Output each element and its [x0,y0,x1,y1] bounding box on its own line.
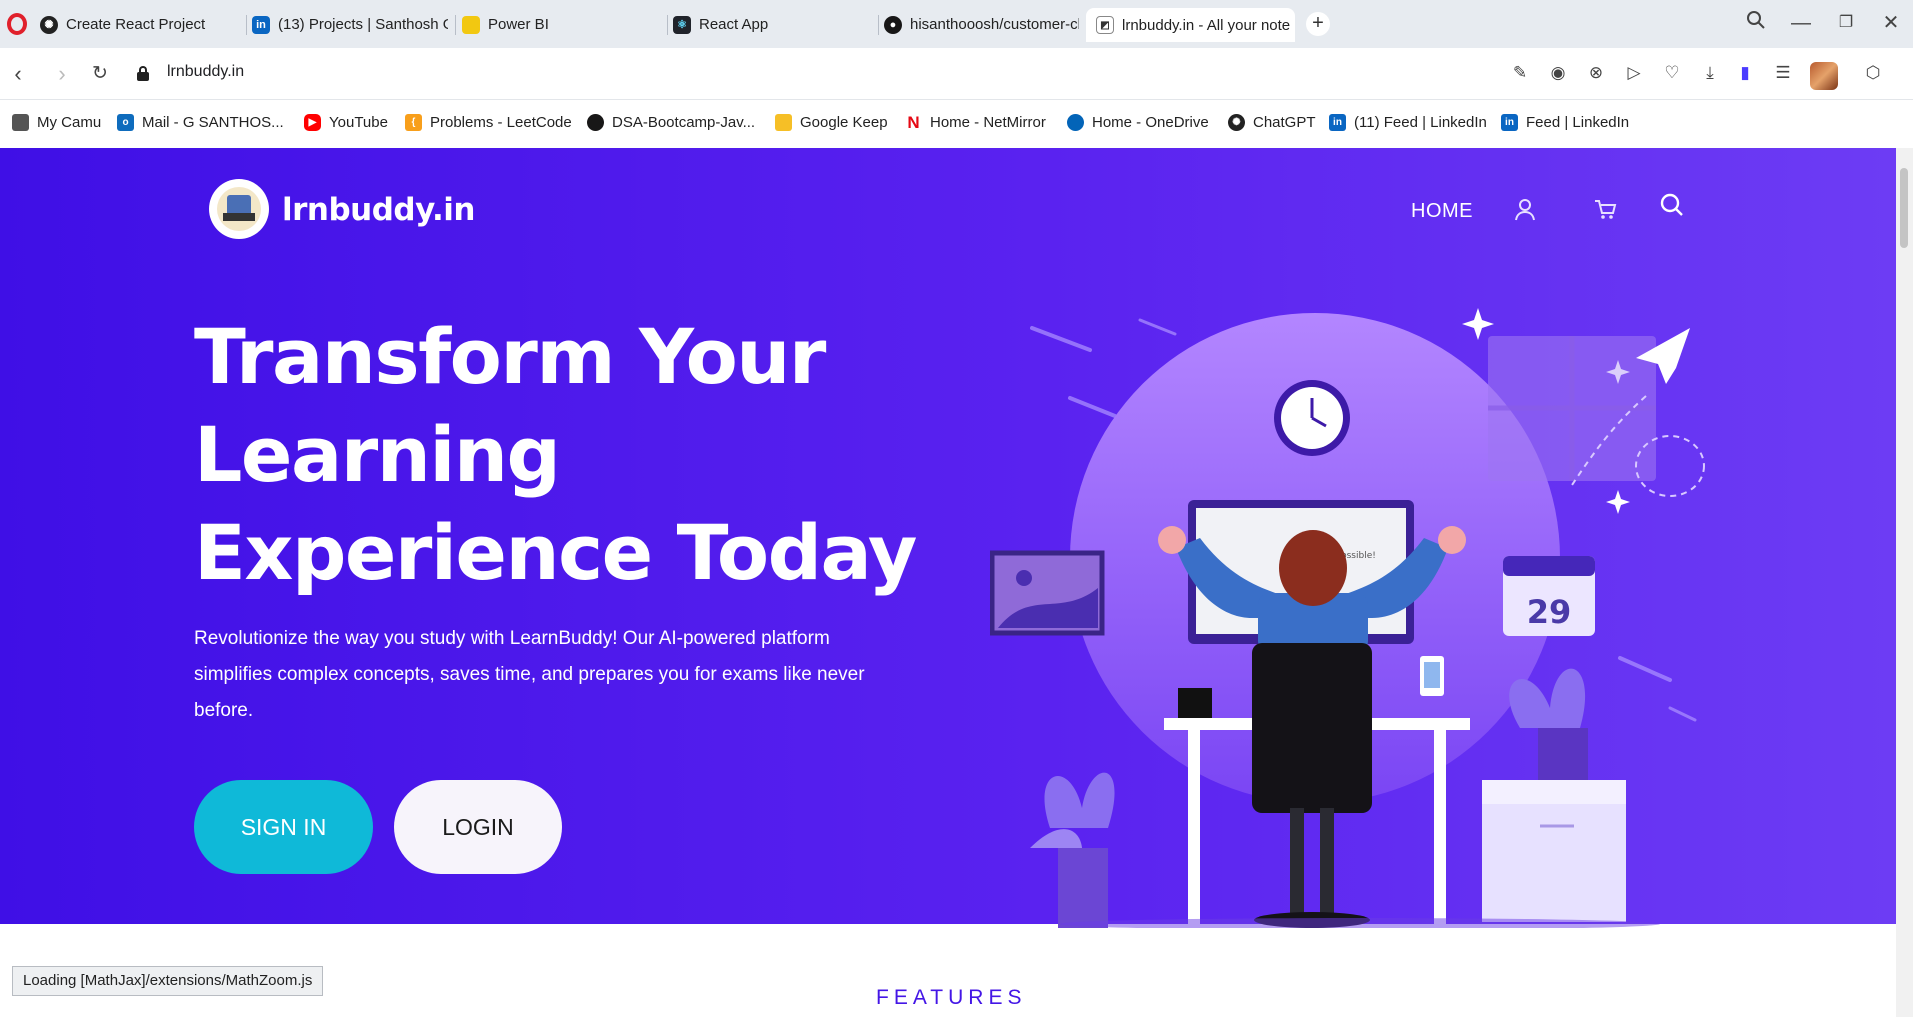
features-heading: FEATURES [876,986,1027,1009]
signin-button[interactable]: SIGN IN [194,780,373,874]
openai-icon: ✺ [40,15,58,34]
react-icon: ⚛ [673,15,691,34]
bookmark-google-keep[interactable]: Google Keep [775,114,888,131]
tab-lrnbuddy[interactable]: ◩ lrnbuddy.in - All your note [1086,8,1295,42]
back-icon[interactable]: ‹ [4,60,32,88]
reload-icon[interactable]: ↻ [86,60,114,88]
bookmark-label: My Camu [37,114,102,131]
bookmark-netmirror[interactable]: N Home - NetMirror [905,112,1046,132]
address-bar: ‹ › ↻ lrnbuddy.in ✎ ◉ ⊗ ▷ ♡ ⤓ ▮ ☰ ⬡ [0,48,1913,138]
site-logo[interactable] [209,179,269,239]
bookmark-label: Home - OneDrive [1092,114,1209,131]
bookmark-leetcode[interactable]: { Problems - LeetCode [405,114,572,131]
profile-avatar[interactable] [1810,62,1838,90]
tab-title: hisanthooosh/customer-cl [910,16,1079,33]
google-keep-icon [775,114,792,131]
bookmark-label: Problems - LeetCode [430,114,572,131]
headline-line: Learning [194,410,561,499]
loading-status: Loading [MathJax]/extensions/MathZoom.js [12,966,324,996]
bookmark-label: Google Keep [800,114,888,131]
url-field[interactable]: lrnbuddy.in [167,63,244,81]
close-icon[interactable]: ✕ [1876,10,1906,36]
bookmark-my-camu[interactable]: My Camu [12,114,101,131]
bookmark-label: (11) Feed | LinkedIn [1354,114,1487,131]
browser-tab-strip: ✺ Create React Project in (13) Projects … [0,0,1913,48]
camera-icon[interactable]: ◉ [1547,62,1569,84]
linkedin-icon: in [1501,114,1518,131]
adblock-icon[interactable]: ⊗ [1585,62,1607,84]
extensions-cube-icon[interactable]: ⬡ [1862,62,1884,84]
bookmark-label: YouTube [329,114,388,131]
opera-logo-icon[interactable] [7,13,27,35]
netmirror-icon: N [907,112,920,132]
logo-books-icon [217,187,261,231]
search-icon[interactable] [1659,192,1685,218]
bookmark-label: Feed | LinkedIn [1526,114,1630,131]
tab-search-icon[interactable] [1741,10,1771,36]
bookmarks-bar: My Camu o Mail - G SANTHOS... ▶ YouTube … [0,101,1913,147]
bookmark-youtube[interactable]: ▶ YouTube [304,114,388,131]
onedrive-icon [1067,114,1084,131]
tab-title: lrnbuddy.in - All your note [1122,16,1291,34]
tab-title: React App [699,16,769,33]
bookmark-label: DSA-Bootcamp-Jav... [612,114,756,131]
youtube-icon: ▶ [304,114,321,131]
headline-line: Experience Today [194,508,917,597]
bookmark-chatgpt[interactable]: ✺ ChatGPT [1228,114,1316,131]
heart-icon[interactable]: ♡ [1661,62,1683,84]
settings-sliders-icon[interactable]: ☰ [1772,62,1794,84]
page-scrollbar[interactable] [1896,148,1913,1017]
cart-icon[interactable] [1592,196,1618,222]
login-button[interactable]: LOGIN [394,780,562,874]
openai-icon: ✺ [1228,114,1245,131]
tab-title: Power BI [488,16,549,33]
scrollbar-thumb[interactable] [1900,168,1908,248]
bookmark-label: ChatGPT [1253,114,1316,131]
tab-title: (13) Projects | Santhosh G [278,16,448,33]
outlook-icon: o [117,114,134,131]
github-icon [587,114,604,131]
edit-icon[interactable]: ✎ [1509,62,1531,84]
linkedin-icon: in [252,15,270,34]
bookmark-linkedin-feed-11[interactable]: in (11) Feed | LinkedIn [1329,114,1487,131]
bookmark-linkedin-feed[interactable]: in Feed | LinkedIn [1501,114,1629,131]
tab-react-app[interactable]: ⚛ React App [673,8,873,41]
page-viewport: lrnbuddy.in HOME Transform Your Learning… [0,148,1913,1017]
user-icon[interactable] [1512,196,1538,222]
bookmark-onedrive[interactable]: Home - OneDrive [1067,114,1209,131]
play-icon[interactable]: ▷ [1623,62,1645,84]
document-icon [12,114,29,131]
minimize-icon[interactable]: — [1786,10,1816,36]
hero-illustration: 29 Possible! [990,308,1705,928]
headline-line: Transform Your [194,312,826,401]
download-icon[interactable]: ⤓ [1699,62,1721,84]
lrnbuddy-favicon-icon: ◩ [1096,16,1114,34]
bookmark-dsa-bootcamp[interactable]: DSA-Bootcamp-Jav... [587,114,755,131]
hero-headline: Transform Your Learning Experience Today [194,308,994,602]
tab-github-customer[interactable]: ● hisanthooosh/customer-cl [884,8,1079,41]
linkedin-icon: in [1329,114,1346,131]
hero-section: lrnbuddy.in HOME Transform Your Learning… [0,148,1896,928]
bookmark-mail[interactable]: o Mail - G SANTHOS... [117,114,284,131]
forward-icon[interactable]: › [48,60,76,88]
nav-home-link[interactable]: HOME [1411,200,1473,223]
power-bi-icon [462,15,480,34]
bookmark-label: Mail - G SANTHOS... [142,114,284,131]
tab-power-bi[interactable]: Power BI [462,8,662,41]
site-brand[interactable]: lrnbuddy.in [282,192,475,228]
new-tab-button[interactable]: + [1306,12,1330,36]
github-icon: ● [884,15,902,34]
restore-icon[interactable]: ❐ [1831,10,1861,36]
tab-create-react-project[interactable]: ✺ Create React Project [40,8,240,41]
lock-icon[interactable] [137,66,149,81]
hero-subtext: Revolutionize the way you study with Lea… [194,628,865,721]
battery-icon[interactable]: ▮ [1734,62,1756,84]
leetcode-icon: { [405,114,422,131]
tab-title: Create React Project [66,16,206,33]
tab-linkedin-projects[interactable]: in (13) Projects | Santhosh G [252,8,448,41]
calendar-day: 29 [1527,593,1572,631]
bookmark-label: Home - NetMirror [930,114,1046,131]
